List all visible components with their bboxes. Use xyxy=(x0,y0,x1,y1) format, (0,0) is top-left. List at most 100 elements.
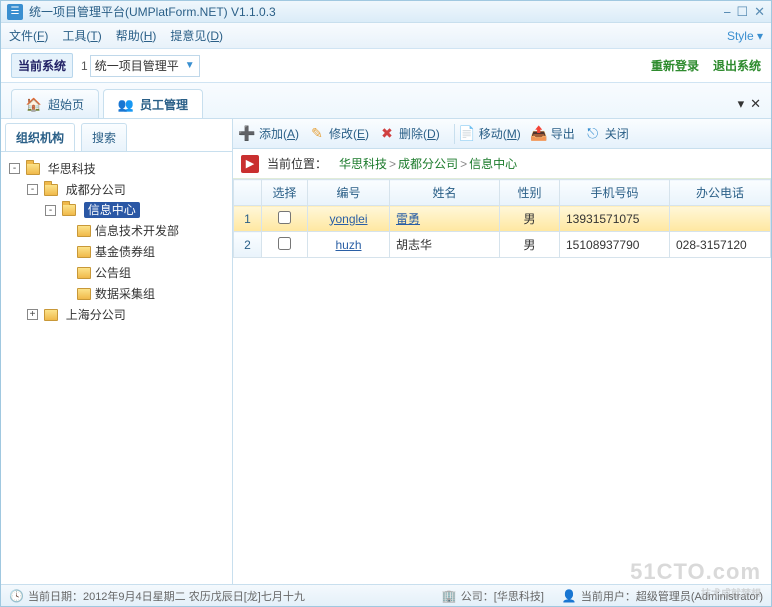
move-button[interactable]: 📄移动(M) xyxy=(459,125,521,142)
chevron-down-icon: ▼ xyxy=(185,60,195,71)
cell-gender: 男 xyxy=(500,206,560,232)
delete-icon: ✖ xyxy=(379,126,395,142)
col-mobile[interactable]: 手机号码 xyxy=(560,180,670,206)
row-index: 2 xyxy=(234,232,262,258)
cell-name[interactable]: 雷勇 xyxy=(390,206,500,232)
cell-mobile: 15108937790 xyxy=(560,232,670,258)
cell-code[interactable]: huzh xyxy=(308,232,390,258)
export-button[interactable]: 📤导出 xyxy=(531,125,575,142)
tab-label: 超始页 xyxy=(48,96,84,113)
status-company-label: 公司： xyxy=(461,591,494,603)
status-company: [华思科技] xyxy=(494,591,544,603)
relogin-link[interactable]: 重新登录 xyxy=(651,57,699,74)
system-combo-text: 统一项目管理平 xyxy=(95,57,179,74)
tab-startpage[interactable]: 🏠 超始页 xyxy=(11,89,99,118)
col-code[interactable]: 编号 xyxy=(308,180,390,206)
delete-button[interactable]: ✖删除(D) xyxy=(379,125,440,142)
tab-employee[interactable]: 👥 员工管理 xyxy=(103,89,203,118)
col-gender[interactable]: 性别 xyxy=(500,180,560,206)
cell-gender: 男 xyxy=(500,232,560,258)
tabbar: 🏠 超始页 👥 员工管理 ▾ ✕ xyxy=(1,83,771,119)
people-icon: 👥 xyxy=(118,97,134,113)
col-select[interactable]: 选择 xyxy=(262,180,308,206)
crumb-infocenter[interactable]: 信息中心 xyxy=(469,157,517,171)
building-icon: 🏢 xyxy=(442,589,457,603)
table-row[interactable]: 1 yonglei 雷勇 男 13931571075 xyxy=(234,206,771,232)
crumb-root[interactable]: 华思科技 xyxy=(339,157,387,171)
folder-icon xyxy=(77,267,91,279)
table-row[interactable]: 2 huzh 胡志华 男 15108937790 028-3157120 xyxy=(234,232,771,258)
tree-toggle[interactable]: - xyxy=(9,163,20,174)
maximize-icon[interactable]: ☐ xyxy=(736,4,748,20)
tree-node-chengdu[interactable]: 成都分公司 xyxy=(66,183,126,197)
toolbar: ➕添加(A) ✎修改(E) ✖删除(D) 📄移动(M) 📤导出 ⎋关闭 xyxy=(233,119,771,149)
style-dropdown[interactable]: Style ▾ xyxy=(727,29,763,43)
close-tool-icon: ⎋ xyxy=(585,126,601,142)
left-tabs: 组织机构 搜索 xyxy=(1,119,232,152)
right-panel: ➕添加(A) ✎修改(E) ✖删除(D) 📄移动(M) 📤导出 ⎋关闭 ▶ 当前… xyxy=(233,119,771,584)
tab-dropdown-icon[interactable]: ▾ xyxy=(738,96,745,112)
menu-feedback[interactable]: 提意见(D) xyxy=(170,27,223,44)
window-title: 统一项目管理平台(UMPlatForm.NET) V1.1.0.3 xyxy=(29,3,276,20)
window-titlebar: ☰ 统一项目管理平台(UMPlatForm.NET) V1.1.0.3 ⎯ ☐ … xyxy=(1,1,771,23)
tree-node-shanghai[interactable]: 上海分公司 xyxy=(66,308,126,322)
close-icon[interactable]: ✕ xyxy=(754,4,765,20)
org-tree: - 华思科技 - 成都分公司 - 信息中心 xyxy=(1,152,232,584)
tree-toggle[interactable]: + xyxy=(27,309,38,320)
left-tab-search[interactable]: 搜索 xyxy=(81,123,127,151)
tree-node-collect[interactable]: 数据采集组 xyxy=(95,287,155,301)
tree-node-itdev[interactable]: 信息技术开发部 xyxy=(95,224,179,238)
cell-office: 028-3157120 xyxy=(670,232,771,258)
menu-help[interactable]: 帮助(H) xyxy=(116,27,157,44)
left-panel: 组织机构 搜索 - 华思科技 - 成都分公司 xyxy=(1,119,233,584)
current-system-label: 当前系统 xyxy=(11,53,73,78)
home-icon: 🏠 xyxy=(26,97,42,113)
col-office[interactable]: 办公电话 xyxy=(670,180,771,206)
user-icon: 👤 xyxy=(562,589,577,603)
folder-open-icon xyxy=(62,204,76,216)
menu-file[interactable]: 文件(F) xyxy=(9,27,48,44)
row-checkbox[interactable] xyxy=(278,211,291,224)
row-index: 1 xyxy=(234,206,262,232)
system-combo[interactable]: 统一项目管理平 ▼ xyxy=(90,55,200,77)
menu-tools[interactable]: 工具(T) xyxy=(62,27,101,44)
minimize-icon[interactable]: ⎯ xyxy=(724,4,731,20)
exit-link[interactable]: 退出系统 xyxy=(713,57,761,74)
system-selector-bar: 当前系统 1 统一项目管理平 ▼ 重新登录 退出系统 xyxy=(1,49,771,83)
data-grid: 选择 编号 姓名 性别 手机号码 办公电话 1 yonglei 雷勇 男 xyxy=(233,179,771,584)
close-button[interactable]: ⎋关闭 xyxy=(585,125,629,142)
folder-icon xyxy=(44,309,58,321)
tree-node-root[interactable]: 华思科技 xyxy=(48,162,96,176)
cell-code[interactable]: yonglei xyxy=(308,206,390,232)
tree-toggle[interactable]: - xyxy=(45,205,56,216)
tree-node-infocenter[interactable]: 信息中心 xyxy=(84,202,140,218)
folder-icon xyxy=(77,246,91,258)
add-icon: ➕ xyxy=(239,126,255,142)
crumb-chengdu[interactable]: 成都分公司 xyxy=(398,157,458,171)
tree-node-fund[interactable]: 基金债券组 xyxy=(95,245,155,259)
main-area: 组织机构 搜索 - 华思科技 - 成都分公司 xyxy=(1,119,771,584)
tree-toggle[interactable]: - xyxy=(27,184,38,195)
menubar: 文件(F) 工具(T) 帮助(H) 提意见(D) Style ▾ xyxy=(1,23,771,49)
row-checkbox[interactable] xyxy=(278,237,291,250)
add-button[interactable]: ➕添加(A) xyxy=(239,125,299,142)
breadcrumb-arrow-icon: ▶ xyxy=(241,155,259,173)
status-user-label: 当前用户： xyxy=(581,591,636,603)
folder-icon xyxy=(26,163,40,175)
tree-node-announce[interactable]: 公告组 xyxy=(95,266,131,280)
move-icon: 📄 xyxy=(459,126,475,142)
status-user: 超级管理员(Administrator) xyxy=(636,591,763,603)
app-icon: ☰ xyxy=(7,4,23,20)
edit-icon: ✎ xyxy=(309,126,325,142)
col-rownum xyxy=(234,180,262,206)
breadcrumb: ▶ 当前位置： 华思科技>成都分公司>信息中心 xyxy=(233,149,771,179)
folder-icon xyxy=(44,184,58,196)
folder-icon xyxy=(77,225,91,237)
tab-close-icon[interactable]: ✕ xyxy=(750,96,761,112)
left-tab-org[interactable]: 组织机构 xyxy=(5,123,75,151)
breadcrumb-label: 当前位置： xyxy=(267,155,327,172)
col-name[interactable]: 姓名 xyxy=(390,180,500,206)
status-date-label: 当前日期： xyxy=(28,588,83,604)
edit-button[interactable]: ✎修改(E) xyxy=(309,125,369,142)
tab-label: 员工管理 xyxy=(140,96,188,113)
